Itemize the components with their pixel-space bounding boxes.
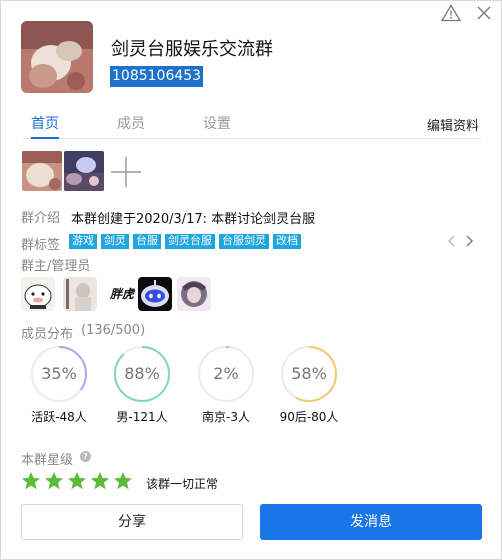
admin-avatar[interactable]: 胖虎 xyxy=(105,277,139,311)
help-icon[interactable]: ? xyxy=(80,451,91,462)
rating-status: 该群一切正常 xyxy=(146,477,219,491)
admin-avatar[interactable] xyxy=(177,277,211,311)
stat-label: 南京-3人 xyxy=(202,410,250,424)
tag-item[interactable]: 改档 xyxy=(273,234,301,249)
edit-profile-link[interactable]: 编辑资料 xyxy=(427,115,479,134)
admin-avatar[interactable] xyxy=(138,277,172,311)
admin-avatar[interactable] xyxy=(21,277,55,311)
star-icon xyxy=(68,472,86,490)
intro-label: 群介绍 xyxy=(21,211,61,226)
tag-item[interactable]: 游戏 xyxy=(69,234,97,249)
star-icon xyxy=(91,472,109,490)
tab-home[interactable]: 首页 xyxy=(31,113,59,133)
send-message-button[interactable]: 发消息 xyxy=(260,504,482,540)
share-button[interactable]: 分享 xyxy=(21,504,243,540)
group-avatar[interactable] xyxy=(21,21,93,93)
tab-members[interactable]: 成员 xyxy=(117,113,145,133)
tag-item[interactable]: 剑灵 xyxy=(101,234,129,249)
stat-label: 男-121人 xyxy=(116,410,168,424)
admin-avatar[interactable] xyxy=(63,277,97,311)
warning-icon[interactable] xyxy=(441,4,461,22)
stat-value: 35% xyxy=(41,364,77,383)
stat-ring: 88% xyxy=(113,345,171,403)
group-name: 剑灵台服娱乐交流群 xyxy=(111,39,273,60)
chevron-right-icon[interactable] xyxy=(462,233,476,249)
star-rating xyxy=(21,471,133,491)
members-label: 成员分布 xyxy=(21,327,74,342)
members-count: (136/500) xyxy=(81,323,146,338)
admins-label: 群主/管理员 xyxy=(21,259,91,274)
rating-label: 本群星级 xyxy=(21,453,74,468)
intro-text: 本群创建于2020/3/17: 本群讨论剑灵台服 xyxy=(71,212,316,227)
chevron-left-icon[interactable] xyxy=(445,233,459,249)
tab-settings[interactable]: 设置 xyxy=(203,113,231,133)
close-icon[interactable] xyxy=(475,4,493,22)
star-icon xyxy=(114,472,132,490)
stat-value: 2% xyxy=(213,364,239,383)
stat-value: 58% xyxy=(291,364,327,383)
star-icon xyxy=(22,472,40,490)
tag-item[interactable]: 台服剑灵 xyxy=(219,234,269,249)
stat-label: 活跃-48人 xyxy=(31,410,87,424)
tag-item[interactable]: 剑灵台服 xyxy=(165,234,215,249)
stat-ring: 2% xyxy=(197,345,255,403)
tag-item[interactable]: 台服 xyxy=(133,234,161,249)
stat-value: 88% xyxy=(124,364,160,383)
group-profile-window: 剑灵台服娱乐交流群 1085106453 首页 成员 设置 编辑资料 群介绍 本… xyxy=(0,0,502,560)
tag-list: 游戏 剑灵 台服 剑灵台服 台服剑灵 改档 xyxy=(69,234,301,249)
add-photo-icon[interactable] xyxy=(109,155,143,189)
stat-ring: 35% xyxy=(30,345,88,403)
star-icon xyxy=(45,472,63,490)
group-photo[interactable] xyxy=(22,151,62,191)
stat-ring: 58% xyxy=(280,345,338,403)
tab-bar: 首页 成员 设置 编辑资料 xyxy=(23,109,481,139)
group-id[interactable]: 1085106453 xyxy=(110,66,204,87)
group-photo[interactable] xyxy=(64,151,104,191)
tags-label: 群标签 xyxy=(21,238,61,253)
active-tab-indicator xyxy=(31,137,59,139)
stat-label: 90后-80人 xyxy=(279,410,339,424)
